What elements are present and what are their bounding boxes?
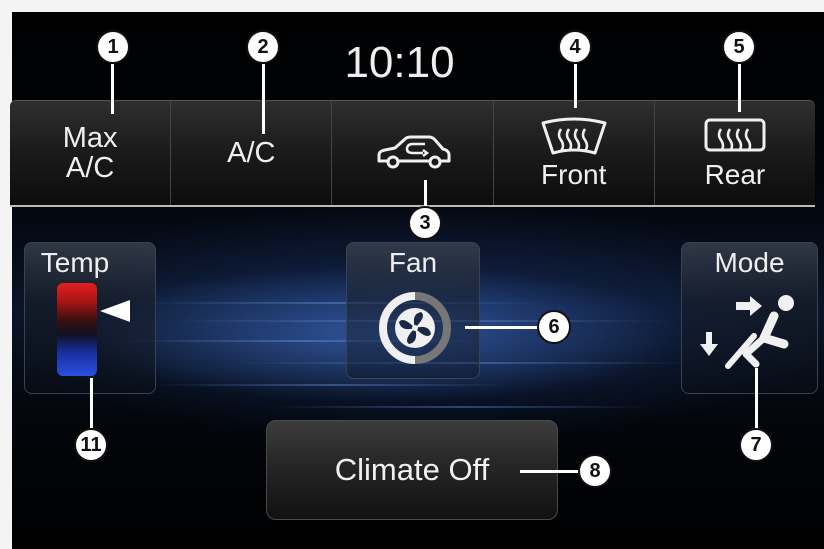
ac-button[interactable]: A/C [171,101,333,205]
mode-title: Mode [714,247,785,278]
ac-label: A/C [227,137,276,169]
top-button-bar: Max A/C A/C Front Rear [10,100,815,207]
callout-6: 6 [537,310,571,344]
callout-8: 8 [578,454,612,488]
rear-defrost-button[interactable]: Rear [655,101,815,205]
callout-line-6 [465,326,541,329]
recirculation-button[interactable] [332,101,494,205]
seated-person-airflow-icon [700,295,794,369]
callout-line-5 [738,64,741,112]
callout-1: 1 [96,30,130,64]
max-ac-button[interactable]: Max A/C [10,101,172,205]
callout-line-4 [574,64,577,108]
temp-slider[interactable] [57,283,97,376]
front-defrost-button[interactable]: Front [494,101,655,205]
callout-line-1 [111,64,114,114]
callout-line-7 [755,368,758,430]
climate-off-label: Climate Off [334,452,490,487]
rear-defrost-label: Rear [704,159,766,190]
rear-defrost-icon [704,118,766,152]
callout-line-11 [90,378,93,428]
clock: 10:10 [344,38,455,87]
callout-line-8 [520,470,582,473]
callout-2: 2 [246,30,280,64]
callout-3: 3 [408,206,442,240]
callout-11: 11 [74,428,108,462]
recirculation-car-icon [377,135,450,169]
front-defrost-icon [541,117,607,155]
callout-4: 4 [558,30,592,64]
callout-7: 7 [739,428,773,462]
max-ac-label: Max A/C [62,122,118,184]
callout-5: 5 [722,30,756,64]
temp-pointer-icon [100,300,130,322]
fan-icon [378,292,452,364]
front-defrost-label: Front [541,159,607,190]
temp-title: Temp [40,247,110,278]
callout-line-2 [262,64,265,134]
climate-off-button[interactable]: Climate Off [266,420,558,520]
fan-title: Fan [388,247,438,278]
